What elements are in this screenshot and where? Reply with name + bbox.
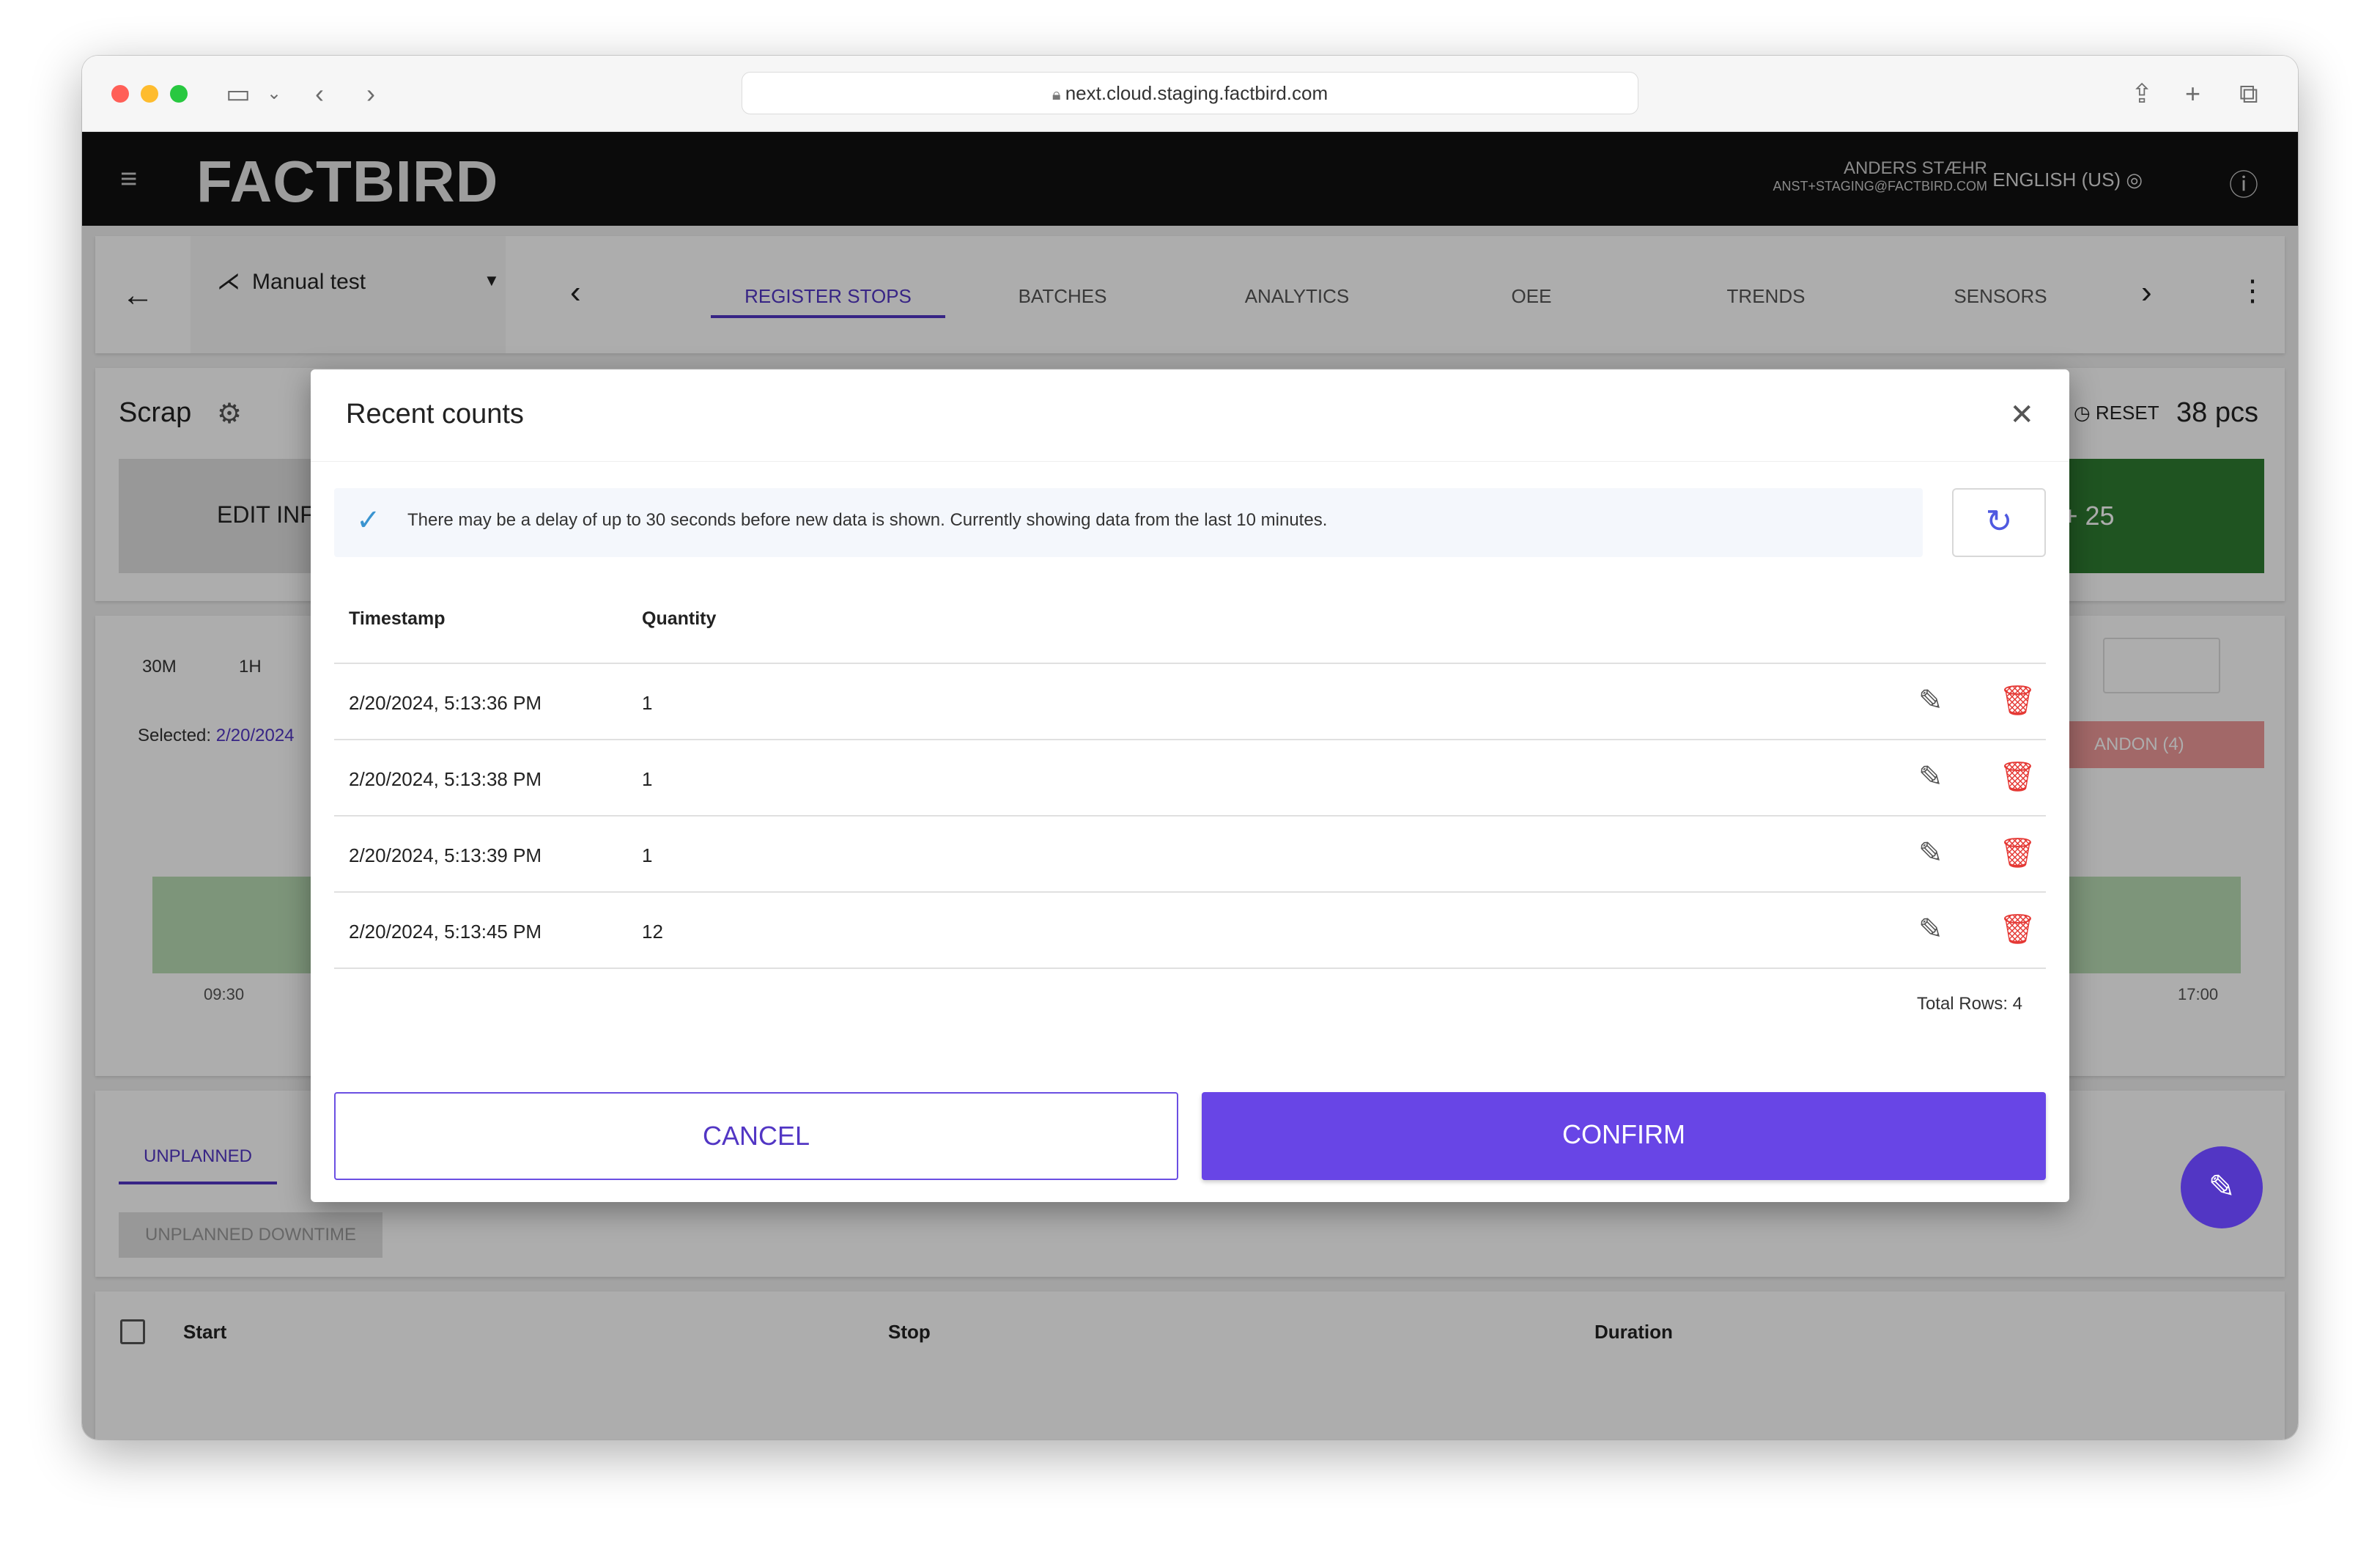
row-quantity: 1 [642, 768, 653, 790]
total-rows: Total Rows: 4 [1916, 994, 2022, 1014]
browser-toolbar: ▭ ⌄ ‹ › 🔒︎ next.cloud.staging.factbird.c… [82, 56, 2298, 132]
info-banner: ✓ There may be a delay of up to 30 secon… [334, 488, 1923, 557]
delete-icon[interactable]: 🗑︎ [1999, 686, 2036, 715]
row-quantity: 12 [642, 921, 663, 943]
table-row: 2/20/2024, 5:13:36 PM 1 ✎ 🗑︎ [334, 664, 2046, 740]
browser-window: ▭ ⌄ ‹ › 🔒︎ next.cloud.staging.factbird.c… [82, 56, 2298, 1440]
row-timestamp: 2/20/2024, 5:13:36 PM [349, 692, 542, 714]
sidebar-toggle-icon[interactable]: ▭ [226, 81, 251, 107]
chevron-down-icon[interactable]: ⌄ [267, 81, 281, 107]
info-text: There may be a delay of up to 30 seconds… [407, 510, 1328, 530]
table-row: 2/20/2024, 5:13:38 PM 1 ✎ 🗑︎ [334, 740, 2046, 817]
edit-fab-button[interactable]: ✎ [2181, 1146, 2263, 1228]
maximize-window-button[interactable] [170, 85, 188, 103]
dialog-title: Recent counts [346, 399, 524, 430]
delete-icon[interactable]: 🗑︎ [1999, 762, 2036, 792]
address-bar[interactable]: 🔒︎ next.cloud.staging.factbird.com [742, 72, 1638, 114]
check-circle-icon: ✓ [356, 504, 381, 537]
row-timestamp: 2/20/2024, 5:13:38 PM [349, 768, 542, 790]
tabs-overview-icon[interactable]: ⧉ [2239, 81, 2258, 107]
new-tab-icon[interactable]: + [2185, 81, 2200, 107]
pencil-icon: ✎ [2208, 1169, 2236, 1205]
confirm-button[interactable]: CONFIRM [1202, 1092, 2046, 1180]
refresh-button[interactable]: ↻ [1952, 488, 2046, 557]
edit-icon[interactable]: ✎ [1918, 915, 1943, 944]
edit-icon[interactable]: ✎ [1918, 838, 1943, 868]
edit-icon[interactable]: ✎ [1918, 762, 1943, 792]
forward-nav-icon[interactable]: › [366, 81, 375, 107]
row-quantity: 1 [642, 844, 653, 866]
lock-icon: 🔒︎ [1052, 85, 1065, 103]
close-icon[interactable]: ✕ [2009, 400, 2034, 430]
minimize-window-button[interactable] [141, 85, 158, 103]
url-text: next.cloud.staging.factbird.com [1065, 82, 1328, 104]
row-timestamp: 2/20/2024, 5:13:39 PM [349, 844, 542, 866]
column-quantity: Quantity [642, 608, 717, 629]
edit-icon[interactable]: ✎ [1918, 686, 1943, 715]
refresh-icon: ↻ [1985, 504, 2013, 539]
dialog-header: Recent counts ✕ [311, 369, 2069, 462]
row-timestamp: 2/20/2024, 5:13:45 PM [349, 921, 542, 943]
table-row: 2/20/2024, 5:13:39 PM 1 ✎ 🗑︎ [334, 817, 2046, 893]
cancel-button[interactable]: CANCEL [334, 1092, 1178, 1180]
delete-icon[interactable]: 🗑︎ [1999, 838, 2036, 868]
close-window-button[interactable] [111, 85, 129, 103]
back-nav-icon[interactable]: ‹ [315, 81, 324, 107]
table-row: 2/20/2024, 5:13:45 PM 12 ✎ 🗑︎ [334, 893, 2046, 969]
recent-counts-dialog: Recent counts ✕ ✓ There may be a delay o… [311, 369, 2069, 1202]
share-icon[interactable]: ⇪ [2131, 81, 2153, 107]
delete-icon[interactable]: 🗑︎ [1999, 915, 2036, 944]
row-quantity: 1 [642, 692, 653, 714]
column-timestamp: Timestamp [349, 608, 446, 629]
